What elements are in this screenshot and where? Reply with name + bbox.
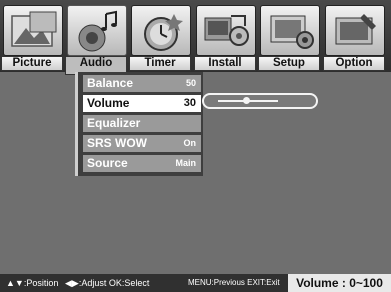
tab-audio[interactable]: Audio	[65, 5, 127, 75]
volume-slider[interactable]	[202, 93, 318, 109]
menu-item-label: Source	[87, 156, 128, 170]
option-icon	[325, 5, 385, 56]
setup-icon	[260, 5, 320, 56]
menu-item-equalizer[interactable]: Equalizer	[83, 115, 201, 132]
tab-label: Install	[194, 56, 256, 71]
menu-item-value: Main	[175, 158, 196, 168]
tab-label: Picture	[1, 56, 63, 71]
menu-item-value: On	[183, 138, 197, 148]
position-hint: ▲▼:Position	[6, 278, 59, 288]
range-indicator: Volume : 0~100	[288, 274, 391, 292]
tab-setup[interactable]: Setup	[258, 5, 320, 71]
tab-option[interactable]: Option	[323, 5, 385, 71]
tab-install[interactable]: Install	[194, 5, 256, 71]
menu-exit-hint: MENU:Previous EXIT:Exit	[188, 278, 280, 287]
menu-item-srs-wow[interactable]: SRS WOW On	[83, 135, 201, 152]
menu-item-volume[interactable]: Volume 30	[83, 95, 201, 112]
menu-item-label: SRS WOW	[87, 136, 147, 150]
tab-label: Option	[323, 56, 385, 71]
menu-item-source[interactable]: Source Main	[83, 155, 201, 172]
menu-item-label: Balance	[87, 76, 134, 90]
picture-icon	[3, 5, 63, 56]
timer-icon	[131, 5, 191, 56]
audio-menu-panel: Balance 50 Volume 30 Equalizer SRS WOW O…	[75, 72, 203, 176]
install-icon	[196, 5, 256, 56]
tab-picture[interactable]: Picture	[1, 5, 63, 71]
tab-timer[interactable]: Timer	[129, 5, 191, 71]
audio-icon	[67, 5, 127, 56]
menu-item-value: 30	[183, 97, 196, 109]
menu-item-value: 50	[185, 78, 196, 88]
adjust-hint: ◀▶:Adjust OK:Select	[65, 278, 150, 288]
menu-tab-bar: Picture Audio Timer Install Setup Option	[0, 0, 391, 75]
menu-item-balance[interactable]: Balance 50	[83, 75, 201, 92]
volume-slider-thumb[interactable]	[242, 97, 250, 104]
menu-item-label: Volume	[87, 96, 130, 110]
menu-item-label: Equalizer	[87, 116, 141, 130]
tv-osd-screen: Picture Audio Timer Install Setup Option…	[0, 0, 391, 292]
tab-label: Setup	[258, 56, 320, 71]
tab-label: Timer	[129, 56, 191, 71]
